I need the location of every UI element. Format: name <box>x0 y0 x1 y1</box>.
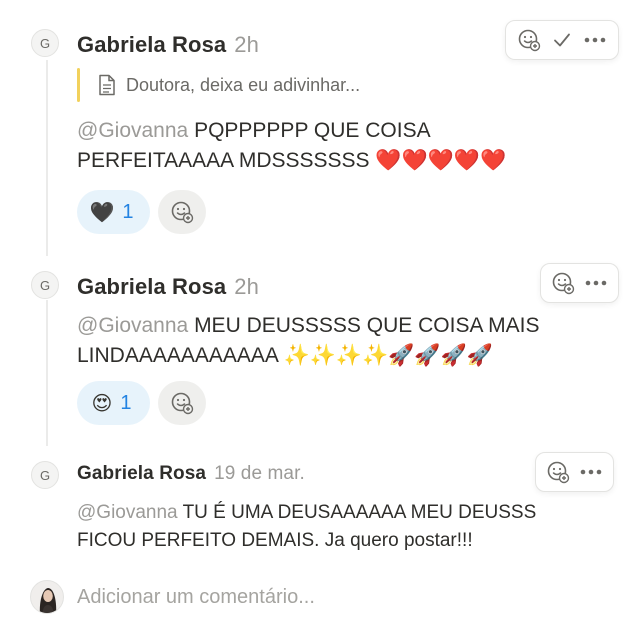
check-icon <box>554 33 570 47</box>
mention[interactable]: @Giovanna <box>77 119 188 142</box>
document-icon <box>99 74 115 96</box>
timestamp: 2h <box>234 32 259 57</box>
body-line: FICOU PERFEITO DEMAIS. Ja quero postar!!… <box>77 530 473 551</box>
comment-header: Gabriela Rosa 2h <box>77 32 259 58</box>
more-options-button[interactable] <box>580 266 613 300</box>
emoji-add-icon <box>171 201 194 224</box>
comment-body: @Giovanna MEU DEUSSSSS QUE COISA MAIS LI… <box>77 311 539 371</box>
emoji-add-icon <box>552 272 575 295</box>
comment-toolbar <box>505 20 619 60</box>
author-name[interactable]: Gabriela Rosa <box>77 463 206 484</box>
body-line: PERFEITAAAAA MDSSSSSSS <box>77 149 370 172</box>
more-options-button[interactable] <box>575 455 608 489</box>
body-line: LINDAAAAAAAAAAA <box>77 344 278 367</box>
mention[interactable]: @Giovanna <box>77 502 178 523</box>
comment-body: @Giovanna TU É UMA DEUSAAAAAA MEU DEUSSS… <box>77 499 536 555</box>
body-line: TU É UMA DEUSAAAAAA MEU DEUSSS <box>182 502 537 523</box>
add-reaction-button[interactable] <box>547 266 580 300</box>
reaction-pill[interactable]: 😍 1 <box>77 381 150 425</box>
reaction-emoji: 😍 <box>91 392 113 415</box>
body-emoji: ❤️❤️❤️❤️❤️ <box>375 149 507 172</box>
emoji-add-icon <box>547 461 570 484</box>
quote-text: Doutora, deixa eu adivinhar... <box>126 74 361 95</box>
emoji-add-icon <box>518 29 540 52</box>
reaction-count: 1 <box>122 200 134 223</box>
mention[interactable]: @Giovanna <box>77 314 188 337</box>
timestamp: 2h <box>234 274 259 299</box>
avatar: G <box>31 271 59 299</box>
comment-header: Gabriela Rosa 2h <box>77 274 259 300</box>
thread-line <box>46 60 48 256</box>
author-name[interactable]: Gabriela Rosa <box>77 32 226 57</box>
add-reaction-button[interactable] <box>542 455 575 489</box>
comment-body: @Giovanna PQPPPPPP QUE COISA PERFEITAAAA… <box>77 116 506 176</box>
user-avatar <box>30 580 64 614</box>
comment-toolbar <box>535 452 614 492</box>
reaction-emoji: 🖤 <box>89 201 115 224</box>
reaction-count: 1 <box>120 391 132 414</box>
emoji-add-icon <box>171 392 194 415</box>
more-icon <box>585 280 607 286</box>
user-photo-icon <box>39 588 57 613</box>
more-icon <box>585 37 606 43</box>
comment-header: Gabriela Rosa 19 de mar. <box>77 463 305 485</box>
reaction-pill[interactable]: 🖤 1 <box>77 190 150 234</box>
comment-toolbar <box>540 263 619 303</box>
add-reaction-pill[interactable] <box>158 381 206 425</box>
more-options-button[interactable] <box>579 23 612 57</box>
resolve-button[interactable] <box>545 23 578 57</box>
timestamp: 19 de mar. <box>214 463 305 484</box>
author-name[interactable]: Gabriela Rosa <box>77 274 226 299</box>
body-emoji: ✨✨✨✨🚀🚀🚀🚀 <box>283 344 493 367</box>
body-line: PQPPPPPP QUE COISA <box>194 119 431 142</box>
quote-bar <box>77 68 80 102</box>
add-reaction-pill[interactable] <box>158 190 206 234</box>
body-line: MEU DEUSSSSS QUE COISA MAIS <box>194 314 540 337</box>
quoted-text[interactable]: Doutora, deixa eu adivinhar... <box>77 68 360 102</box>
avatar: G <box>31 29 59 57</box>
thread-line <box>46 300 48 446</box>
more-icon <box>580 469 602 475</box>
comment-input[interactable]: Adicionar um comentário... <box>77 586 315 609</box>
avatar: G <box>31 461 59 489</box>
add-reaction-button[interactable] <box>512 23 545 57</box>
